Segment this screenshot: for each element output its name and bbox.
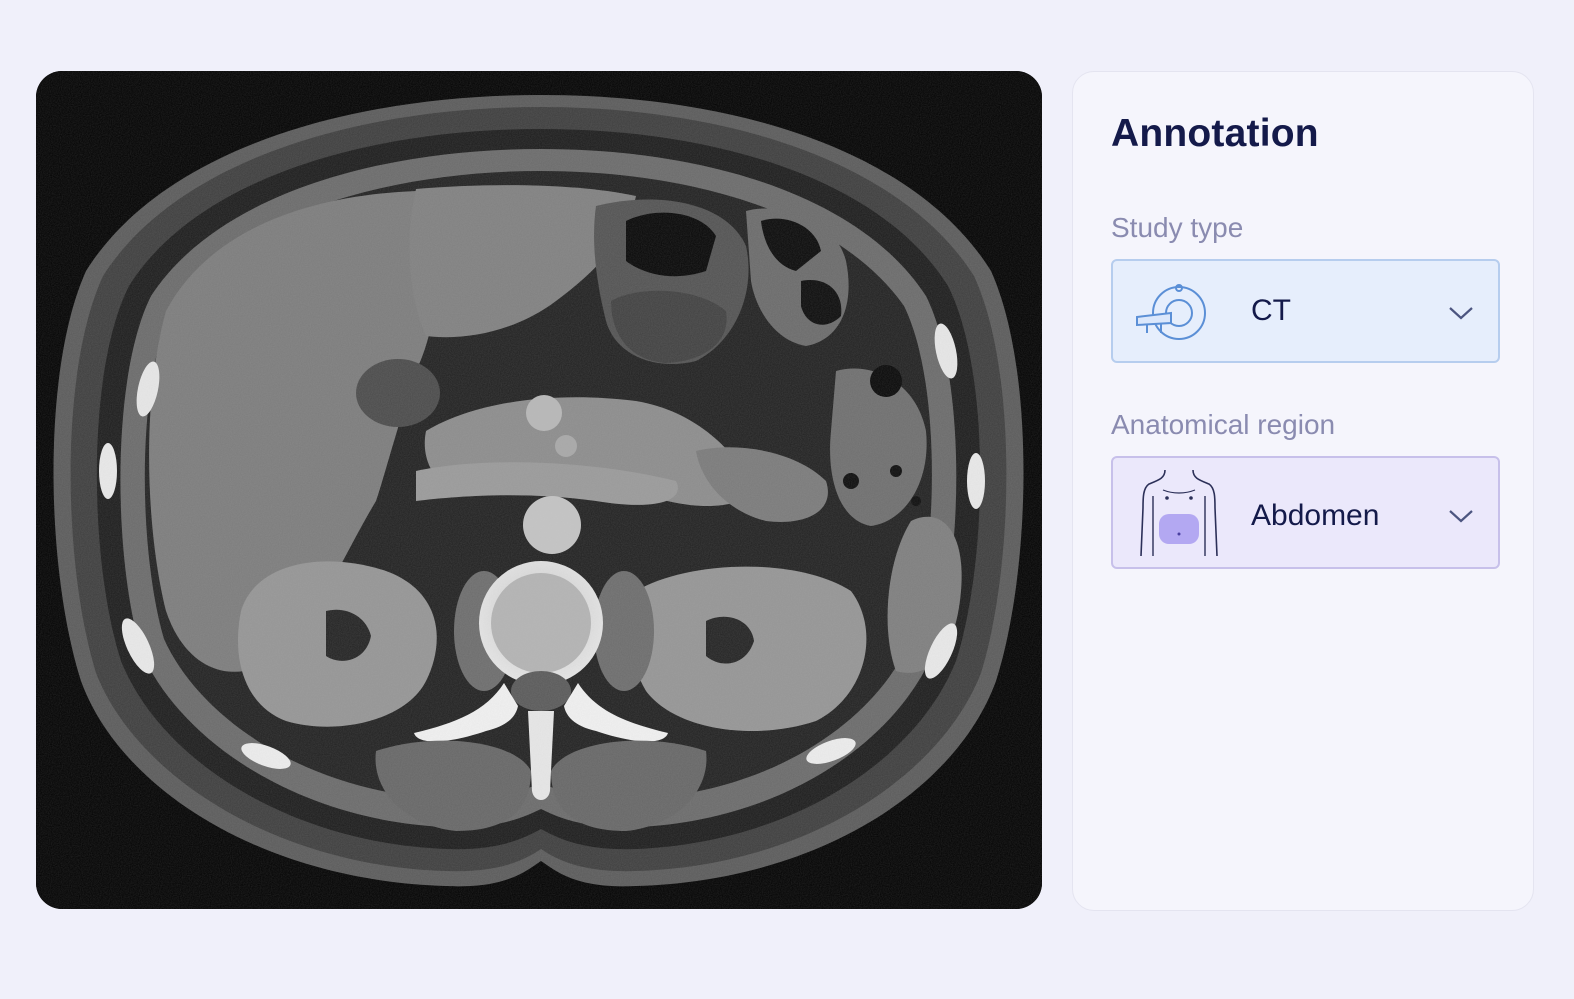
study-type-label: Study type bbox=[1111, 212, 1244, 243]
chevron-down-icon bbox=[1448, 305, 1474, 326]
chevron-down-icon bbox=[1448, 508, 1474, 529]
torso-abdomen-icon bbox=[1139, 468, 1219, 563]
ct-image-viewer[interactable] bbox=[36, 71, 1042, 909]
anatomical-region-value: Abdomen bbox=[1251, 499, 1380, 532]
anatomical-region-label: Anatomical region bbox=[1111, 409, 1336, 440]
annotation-panel: Annotation Study type CT Anatomical regi… bbox=[1072, 71, 1534, 911]
ct-scanner-icon bbox=[1135, 283, 1213, 348]
ct-scan-image bbox=[36, 71, 1042, 909]
study-type-select[interactable]: CT bbox=[1111, 259, 1500, 363]
anatomical-region-select[interactable]: Abdomen bbox=[1111, 456, 1500, 569]
panel-title: Annotation bbox=[1111, 112, 1319, 155]
study-type-value: CT bbox=[1251, 294, 1291, 327]
